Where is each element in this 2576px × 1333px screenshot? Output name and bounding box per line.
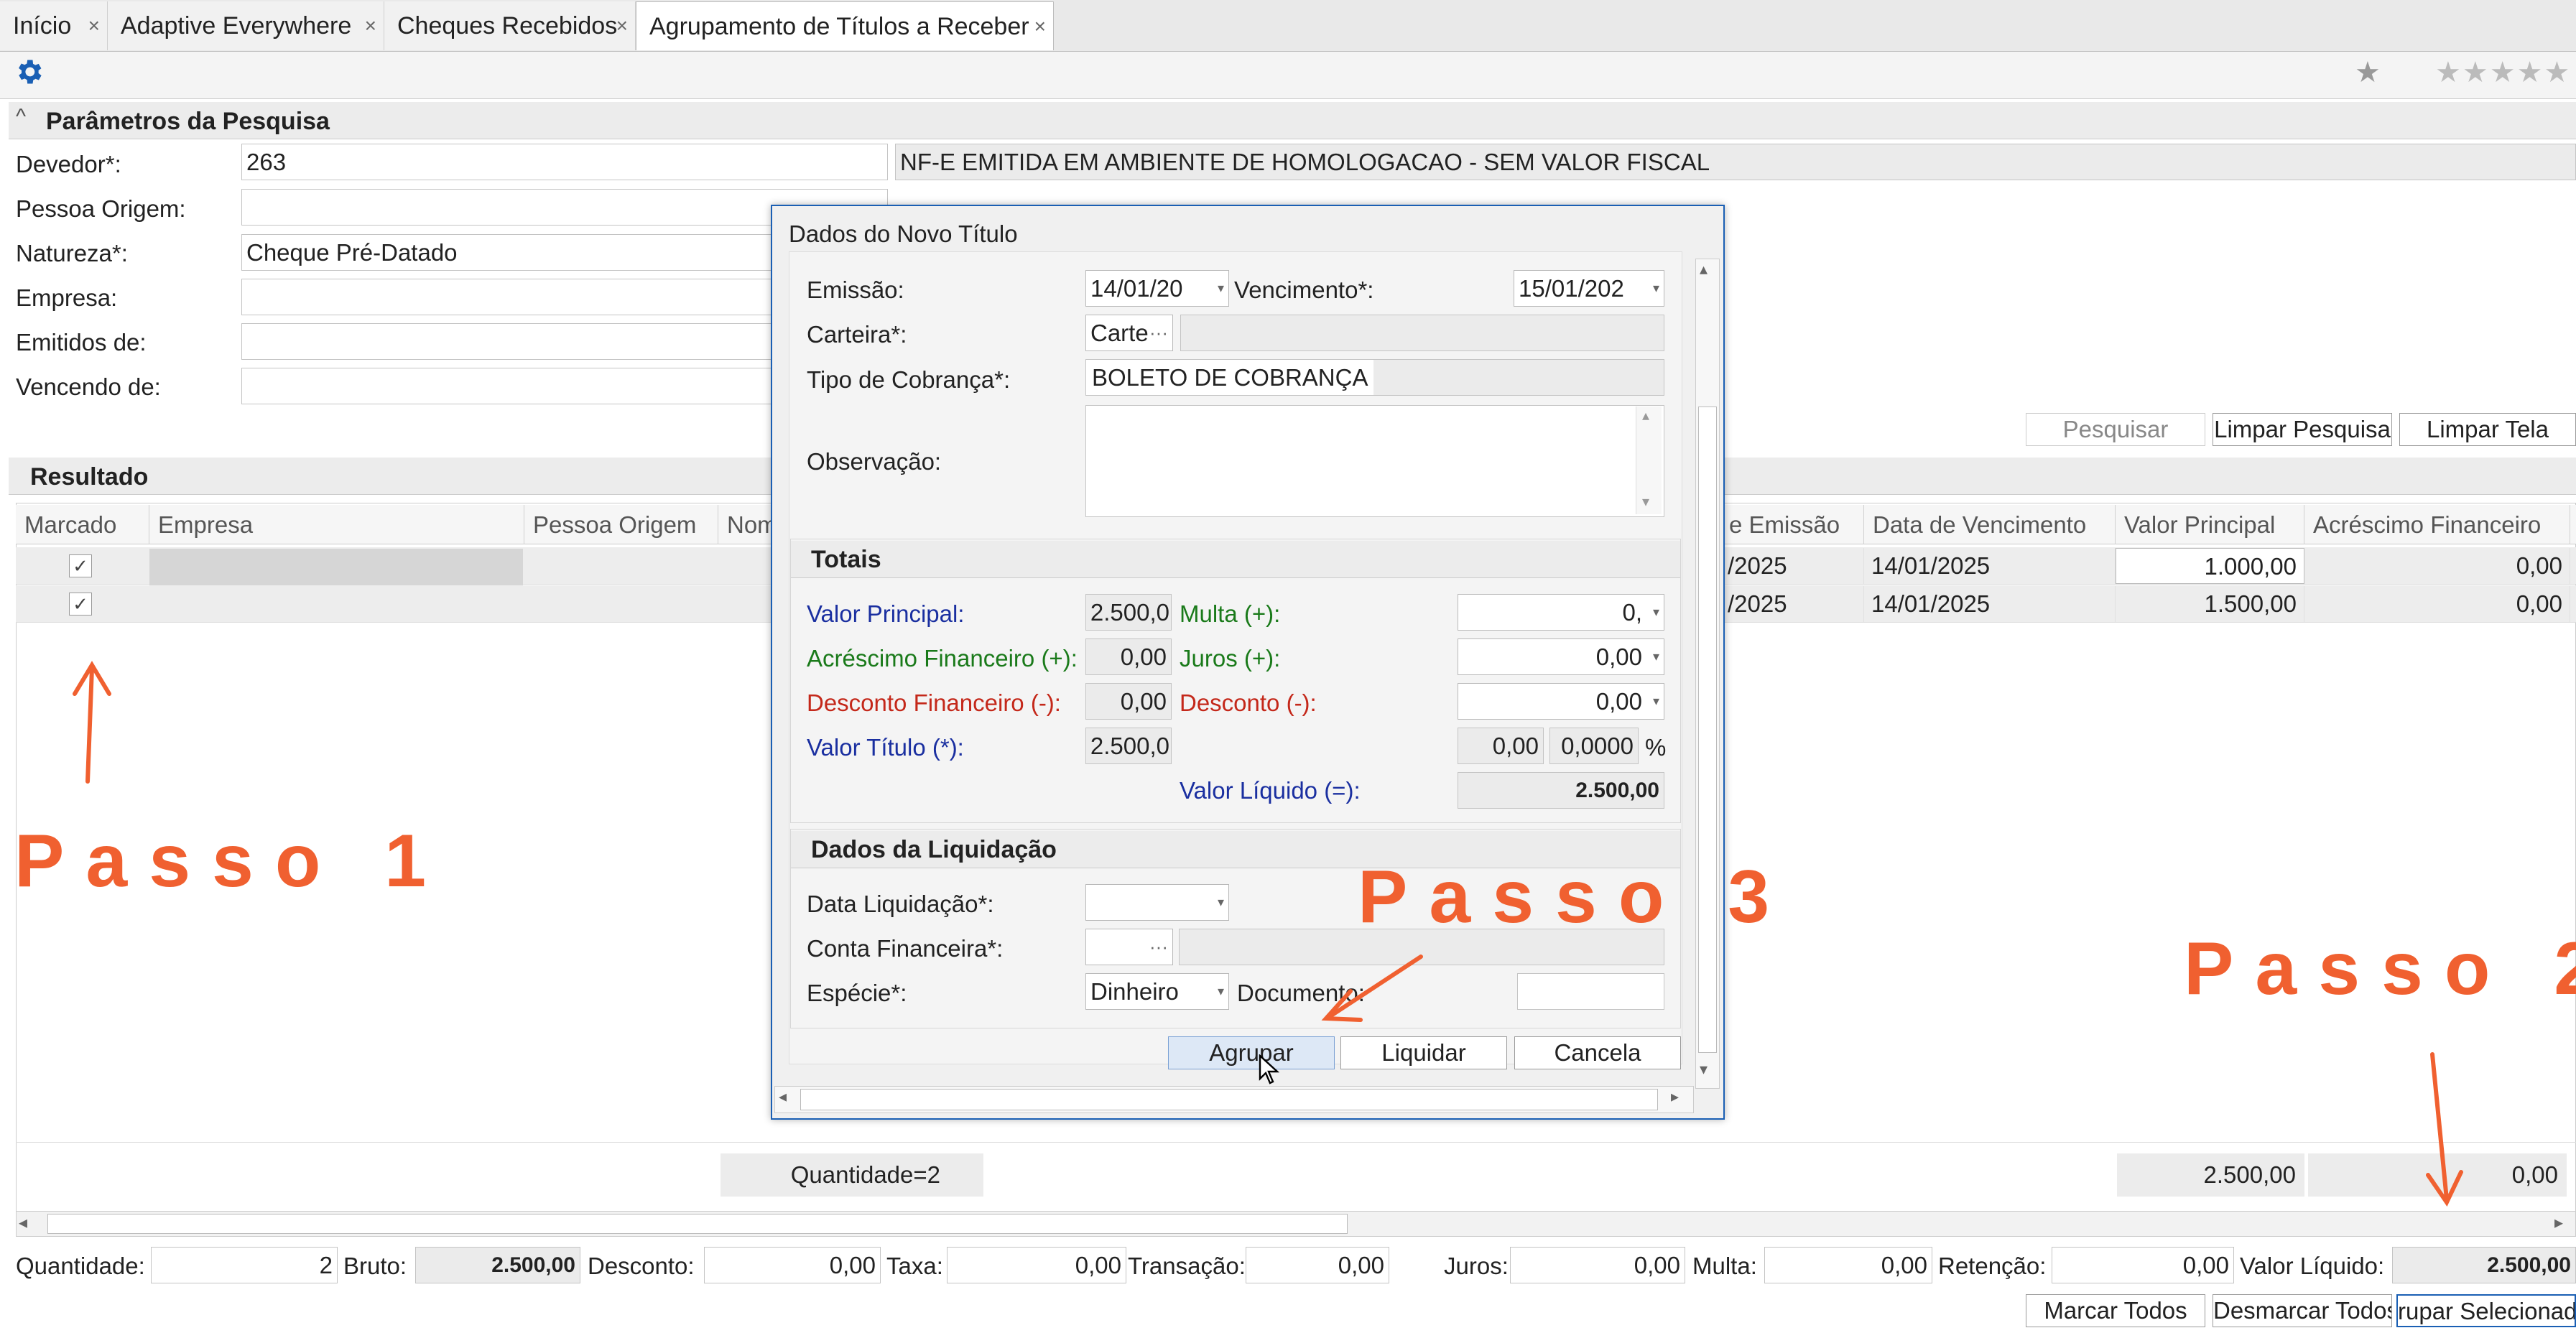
arrow-passo3 <box>1327 955 1423 1019</box>
annotation-arrows <box>73 661 2463 1207</box>
annotation-passo3: Passo 3 <box>1358 855 1792 939</box>
annotation-passo2: Passo 2 <box>2184 927 2576 1011</box>
annotation-passo1: Passo 1 <box>14 819 448 903</box>
arrow-passo2 <box>2430 1052 2449 1202</box>
arrow-passo1 <box>85 666 94 784</box>
